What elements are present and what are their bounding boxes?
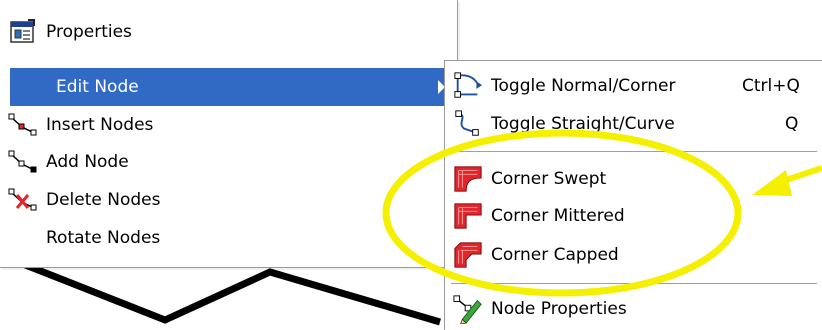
menu-item-add-node[interactable]: Add Node (0, 143, 457, 181)
shortcut-label: Ctrl+Q (742, 76, 800, 96)
corner-swept-icon (453, 164, 483, 194)
menu-item-insert-nodes[interactable]: Insert Nodes (0, 106, 457, 144)
menu-item-label: Delete Nodes (46, 190, 161, 210)
canvas: Properties Edit Node Insert Nodes Add No… (0, 0, 822, 330)
submenu-separator (451, 151, 817, 153)
menu-item-label: Edit Node (56, 77, 139, 97)
submenu-item-toggle-normal-corner[interactable]: Toggle Normal/Corner Ctrl+Q (445, 67, 822, 105)
toggle-normal-corner-icon (453, 71, 483, 101)
menu-item-spacer (18, 72, 48, 102)
menu-item-edit-node[interactable]: Edit Node (10, 68, 455, 106)
add-node-icon (8, 147, 38, 177)
submenu-item-corner-swept[interactable]: Corner Swept (445, 160, 822, 198)
submenu-item-label: Corner Mittered (491, 206, 625, 226)
menu-item-spacer (8, 223, 38, 253)
menu-item-delete-nodes[interactable]: Delete Nodes (0, 181, 457, 219)
menu-item-label: Insert Nodes (46, 115, 154, 135)
submenu-item-label: Corner Swept (491, 169, 607, 189)
menu-item-label: Rotate Nodes (46, 228, 161, 248)
menu-item-rotate-nodes[interactable]: Rotate Nodes (0, 219, 457, 257)
submenu-item-label: Toggle Normal/Corner (491, 76, 676, 96)
toggle-straight-curve-icon (453, 109, 483, 139)
submenu-item-label: Corner Capped (491, 245, 619, 265)
menu-item-label: Add Node (46, 152, 129, 172)
submenu-item-toggle-straight-curve[interactable]: Toggle Straight/Curve Q (445, 105, 822, 143)
submenu-item-label: Toggle Straight/Curve (491, 114, 675, 134)
shortcut-label: Q (785, 114, 799, 134)
insert-nodes-icon (8, 110, 38, 140)
submenu-separator (451, 283, 817, 285)
delete-nodes-icon (8, 185, 38, 215)
menu-item-properties[interactable]: Properties (0, 13, 457, 51)
properties-icon (8, 17, 38, 47)
corner-capped-icon (453, 240, 483, 270)
submenu-item-corner-mittered[interactable]: Corner Mittered (445, 197, 822, 235)
node-properties-icon (453, 294, 483, 324)
submenu-item-node-properties[interactable]: Node Properties (445, 290, 822, 328)
submenu-item-label: Node Properties (491, 299, 627, 319)
submenu-item-corner-capped[interactable]: Corner Capped (445, 236, 822, 274)
context-menu: Properties Edit Node Insert Nodes Add No… (0, 0, 458, 268)
corner-mittered-icon (453, 201, 483, 231)
edit-node-submenu: Toggle Normal/Corner Ctrl+Q Toggle Strai… (444, 60, 822, 330)
menu-item-label: Properties (46, 22, 132, 42)
